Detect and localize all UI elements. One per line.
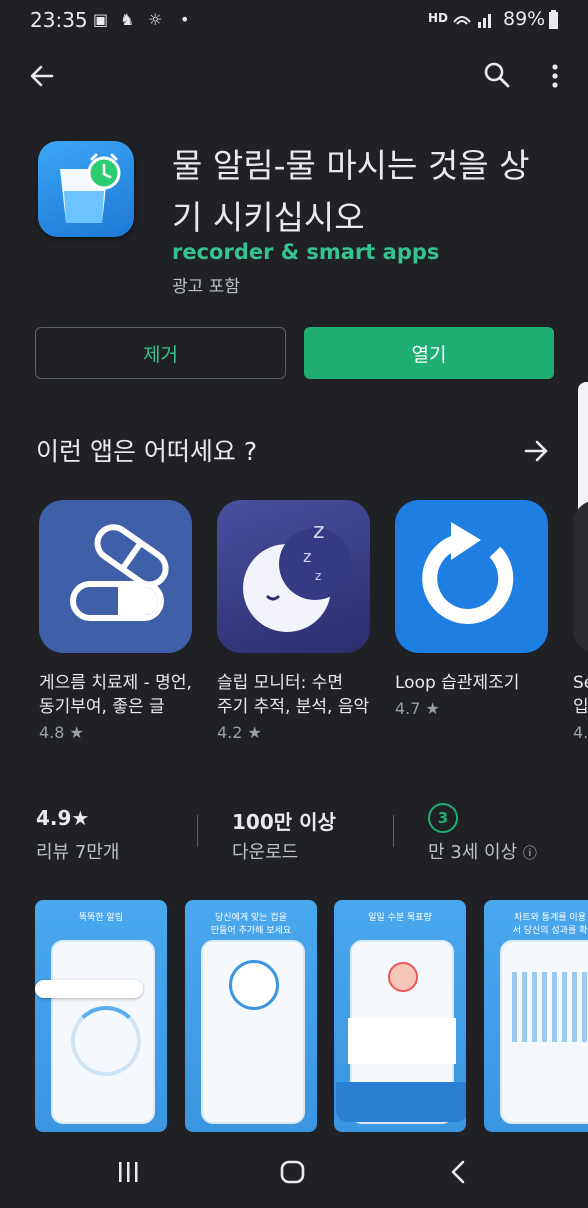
rec-app-rating: 4. [573, 723, 588, 742]
wave [336, 1082, 466, 1122]
open-button[interactable]: 열기 [304, 327, 554, 379]
rec-card-partial[interactable]: Se 입 4. [573, 500, 588, 742]
search-icon[interactable] [482, 60, 512, 90]
age-rating-badge: 3 [428, 803, 458, 833]
rec-card-sleep-monitor[interactable]: z z z 슬립 모니터: 수면 주기 추적, 분석, 음악 4.2 ★ [217, 500, 370, 742]
downloads-value: 100만 이상 [232, 810, 336, 834]
age-rating-label[interactable]: 만 3세 이상 ⓘ [428, 838, 537, 864]
pill-icon [39, 500, 192, 653]
screenshot-3[interactable]: 일일 수분 목표량 [334, 900, 466, 1132]
rec-app-rating: 4.8 ★ [39, 723, 84, 742]
avatar [388, 962, 418, 992]
age-rating-text: 만 3세 이상 [428, 842, 518, 863]
recommendations-title[interactable]: 이런 앱은 어떠세요 ? [36, 432, 257, 468]
home-icon[interactable] [280, 1160, 306, 1184]
rec-app-rating: 4.7 ★ [395, 699, 440, 718]
battery-percent: 89% [503, 8, 546, 30]
gallery-icon: ▣ [93, 10, 109, 29]
svg-text:z: z [315, 569, 321, 583]
brightness-icon: ☼ [148, 10, 163, 29]
phone-mockup [500, 940, 588, 1124]
uninstall-button[interactable]: 제거 [35, 327, 286, 379]
notification-icon: ♞ [120, 10, 135, 29]
reminder-bubble [35, 980, 143, 998]
developer-link[interactable]: recorder & smart apps [172, 240, 439, 264]
rec-app-name: Se 입 [573, 673, 588, 717]
phone-mockup [35, 940, 155, 1124]
dot-icon: • [180, 10, 190, 29]
water-glass-icon [60, 153, 121, 223]
screenshot-caption: 일일 수분 목표량 [368, 913, 432, 923]
back-arrow-icon[interactable] [28, 62, 56, 90]
phone-mockup [336, 940, 466, 1124]
cup-option [229, 960, 279, 1010]
battery-icon [549, 10, 558, 29]
screenshot-caption: 똑똑한 알림 [78, 913, 124, 923]
svg-text:z: z [313, 519, 325, 544]
app-icon [38, 141, 134, 237]
info-icon[interactable]: ⓘ [523, 846, 537, 862]
status-time: 23:35 [30, 8, 88, 32]
svg-text:z: z [303, 547, 311, 566]
rec-card-loop[interactable]: Loop 습관제조기 4.7 ★ [395, 500, 548, 718]
rec-app-name: Loop 습관제조기 [395, 673, 520, 693]
rec-app-name: 게으름 치료제 - 명언, 동기부여, 좋은 글 [39, 673, 192, 717]
downloads-label: 다운로드 [232, 842, 299, 863]
goal-illustration [348, 1018, 456, 1064]
divider [197, 815, 198, 847]
partial-app-icon [573, 500, 588, 653]
more-vert-icon[interactable] [548, 62, 562, 92]
recent-apps-icon[interactable] [116, 1161, 140, 1183]
ads-label: 광고 포함 [172, 277, 240, 297]
rec-app-rating: 4.2 ★ [217, 723, 262, 742]
progress-ring [71, 1006, 141, 1076]
divider [393, 815, 394, 847]
screenshot-4[interactable]: 차트와 통계를 이용 서 당신의 성과를 확 [484, 900, 588, 1132]
bar-chart [512, 972, 588, 1042]
back-icon[interactable] [450, 1160, 466, 1184]
signal-icon [453, 14, 491, 28]
moon-icon: z z z [217, 500, 370, 653]
rec-card-procrastination[interactable]: 게으름 치료제 - 명언, 동기부여, 좋은 글 4.8 ★ [39, 500, 192, 742]
rating-value: 4.9★ [36, 806, 90, 830]
rec-app-name: 슬립 모니터: 수면 주기 추적, 분석, 음악 [217, 673, 370, 717]
screenshot-1[interactable]: 똑똑한 알림 [35, 900, 167, 1132]
status-bar: 23:35 ▣ ♞ ☼ • HD 89% [0, 0, 588, 40]
loop-arrow-icon [395, 500, 548, 653]
screenshot-caption: 차트와 통계를 이용 서 당신의 성과를 확 [512, 913, 588, 936]
screenshot-caption: 당신에게 맞는 컵을 만들어 추가해 보세요 [210, 913, 292, 936]
screenshot-2[interactable]: 당신에게 맞는 컵을 만들어 추가해 보세요 [185, 900, 317, 1132]
hd-indicator: HD [428, 11, 449, 25]
review-count: 리뷰 7만개 [36, 842, 120, 863]
app-title: 물 알림-물 마시는 것을 상기 시키십시오 [172, 146, 530, 237]
phone-mockup [201, 940, 305, 1124]
arrow-right-icon[interactable] [524, 439, 550, 463]
